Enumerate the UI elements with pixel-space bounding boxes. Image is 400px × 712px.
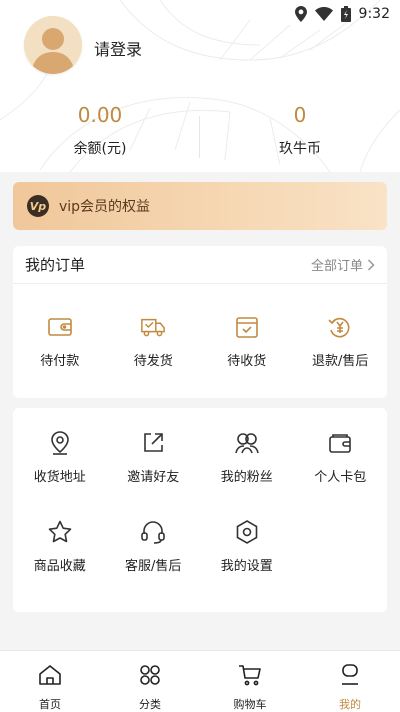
order-pending-receipt[interactable]: 待收货 [200,314,294,369]
nav-label: 购物车 [233,698,267,711]
vip-benefits-banner[interactable]: Vp vip会员的权益 [13,182,387,230]
wifi-icon [314,7,333,21]
settings-icon [234,519,260,545]
profile-header: 9:32 请登录 0.00 余额(元) 0 玖牛币 [0,0,400,172]
nav-cart[interactable]: 购物车 [200,651,300,712]
tool-item-label: 我的设置 [220,559,273,574]
tool-empty-slot [294,519,388,574]
nav-home[interactable]: 首页 [0,651,100,712]
card-wallet-icon [327,430,353,456]
order-item-label: 退款/售后 [312,354,369,369]
tool-settings[interactable]: 我的设置 [200,519,294,574]
tool-favorites[interactable]: 商品收藏 [13,519,107,574]
home-icon [38,664,62,690]
balance-label: 余额(元) [73,141,127,157]
tool-item-label: 收货地址 [33,470,86,485]
box-check-icon [234,314,260,340]
order-refund-aftersales[interactable]: 退款/售后 [294,314,388,369]
coins-label: 玖牛币 [279,141,321,157]
truck-icon [140,314,166,340]
location-icon [294,6,307,22]
tool-my-fans[interactable]: 我的粉丝 [200,430,294,485]
nav-label: 首页 [39,698,61,711]
star-icon [47,519,73,545]
balance-stat[interactable]: 0.00 余额(元) [0,102,200,158]
orders-header: 我的订单 全部订单 [13,246,387,284]
orders-card: 我的订单 全部订单 待付款 待发货 待收货 退款/售后 [13,246,387,398]
chevron-right-icon [367,258,375,271]
battery-icon [340,6,351,22]
nav-category[interactable]: 分类 [100,651,200,712]
wallet-icon [47,314,73,340]
coins-stat[interactable]: 0 玖牛币 [200,102,400,158]
balance-value: 0.00 [77,103,123,127]
login-link[interactable]: 请登录 [94,36,142,60]
order-item-label: 待付款 [40,354,80,369]
headset-icon [140,519,166,545]
tool-item-label: 个人卡包 [314,470,367,485]
tool-item-label: 邀请好友 [127,470,180,485]
all-orders-label: 全部订单 [310,259,363,274]
all-orders-link[interactable]: 全部订单 [311,255,375,274]
cart-icon [238,664,262,690]
coins-value: 0 [293,103,307,127]
vip-badge-icon: Vp [27,195,49,217]
tool-card-wallet[interactable]: 个人卡包 [294,430,388,485]
nav-label: 我的 [339,698,361,711]
profile-icon [338,664,362,690]
tools-card: 收货地址 邀请好友 我的粉丝 个人卡包 商品收藏 客服/售后 我的设置 [13,408,387,612]
category-icon [138,664,162,690]
tool-shipping-address[interactable]: 收货地址 [13,430,107,485]
order-item-label: 待收货 [227,354,267,369]
avatar-placeholder-icon [24,16,82,74]
order-pending-payment[interactable]: 待付款 [13,314,107,369]
tool-item-label: 我的粉丝 [220,470,273,485]
status-time: 9:32 [358,6,390,22]
order-item-label: 待发货 [133,354,173,369]
tool-item-label: 客服/售后 [125,559,182,574]
location-pin-icon [47,430,73,456]
vip-benefits-text: vip会员的权益 [59,199,151,215]
nav-profile[interactable]: 我的 [300,651,400,712]
orders-title: 我的订单 [25,256,86,274]
avatar[interactable] [24,16,82,74]
tool-invite-friends[interactable]: 邀请好友 [107,430,201,485]
fans-icon [234,430,260,456]
order-pending-shipment[interactable]: 待发货 [107,314,201,369]
tool-customer-service[interactable]: 客服/售后 [107,519,201,574]
nav-label: 分类 [139,698,161,711]
refund-icon [327,314,353,340]
bottom-navigation: 首页 分类 购物车 我的 [0,650,400,712]
share-icon [140,430,166,456]
tool-item-label: 商品收藏 [33,559,86,574]
